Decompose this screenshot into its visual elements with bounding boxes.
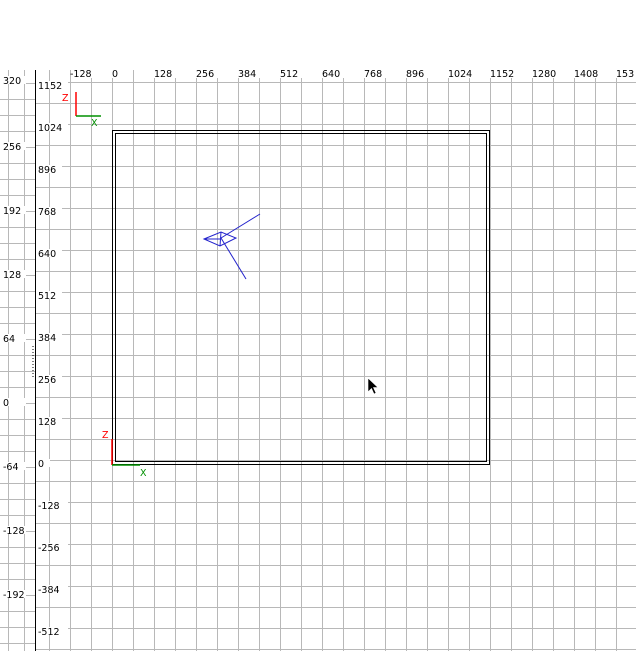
top-view-grid <box>36 70 636 651</box>
ruler-label: 0 <box>3 398 9 409</box>
ruler-label: -128 <box>70 70 92 80</box>
camera-edge <box>219 231 222 247</box>
ruler-label: 768 <box>364 70 382 80</box>
ruler-label: 128 <box>3 270 21 281</box>
ruler-label: 896 <box>38 165 56 176</box>
side-view-ruler: 320 256 192 128 64 0 -64 -128 -192 <box>0 76 26 601</box>
ruler-label: 1280 <box>532 70 556 80</box>
ruler-label: -128 <box>3 526 25 537</box>
ruler-label: 640 <box>322 70 340 80</box>
ruler-label: 512 <box>38 291 56 302</box>
ruler-label: -256 <box>38 543 60 554</box>
z-axis-label: Z <box>102 430 109 441</box>
camera-view-line <box>220 237 247 280</box>
ruler-label: 192 <box>3 206 21 217</box>
ruler-label: 0 <box>112 70 118 80</box>
ruler-label: 896 <box>406 70 424 80</box>
arrow-cursor-icon <box>367 377 379 395</box>
ruler-label: 1152 <box>38 81 62 92</box>
ruler-label: -384 <box>38 585 60 596</box>
ruler-label: 1408 <box>574 70 598 80</box>
top-view-svg: -128 0 128 256 384 512 640 768 896 1024 <box>36 69 636 651</box>
top-view-ruler: -128 0 128 256 384 512 640 768 896 1024 <box>36 69 636 638</box>
ruler-label: 384 <box>238 70 256 80</box>
ruler-label: -192 <box>3 590 25 601</box>
ruler-label: 128 <box>38 417 56 428</box>
ruler-label: 512 <box>280 70 298 80</box>
ruler-label: 0 <box>38 459 44 470</box>
ruler-label: 1024 <box>38 123 62 134</box>
ruler-label: 153 <box>616 70 634 80</box>
x-axis-label: X <box>140 468 147 479</box>
ruler-label: 768 <box>38 207 56 218</box>
ruler-label: 1024 <box>448 70 472 80</box>
ruler-label: -128 <box>38 501 60 512</box>
editor-window: 320 256 192 128 64 0 -64 -128 -192 -128 … <box>0 0 636 651</box>
origin-axis: Z X <box>102 430 147 479</box>
ruler-label: -64 <box>3 462 19 473</box>
x-axis-label: X <box>91 118 98 129</box>
ruler-label: 64 <box>3 334 15 345</box>
ruler-label: 128 <box>154 70 172 80</box>
ruler-label: -512 <box>38 627 60 638</box>
toolbar-area <box>0 0 636 70</box>
ruler-label: 384 <box>38 333 56 344</box>
ruler-label: 256 <box>3 142 21 153</box>
ruler-label: 256 <box>38 375 56 386</box>
ruler-label: 1152 <box>490 70 514 80</box>
side-view-svg: 320 256 192 128 64 0 -64 -128 -192 <box>0 70 36 651</box>
camera-view-line <box>220 213 261 239</box>
side-view-grid <box>0 70 35 651</box>
top-view-viewport[interactable]: -128 0 128 256 384 512 640 768 896 1024 <box>36 69 636 651</box>
camera-entity[interactable] <box>202 213 261 280</box>
ruler-label: 640 <box>38 249 56 260</box>
ruler-label: 320 <box>3 76 21 87</box>
side-view-panel[interactable]: 320 256 192 128 64 0 -64 -128 -192 <box>0 70 36 651</box>
ruler-label: 256 <box>196 70 214 80</box>
z-axis-label: Z <box>62 93 69 104</box>
